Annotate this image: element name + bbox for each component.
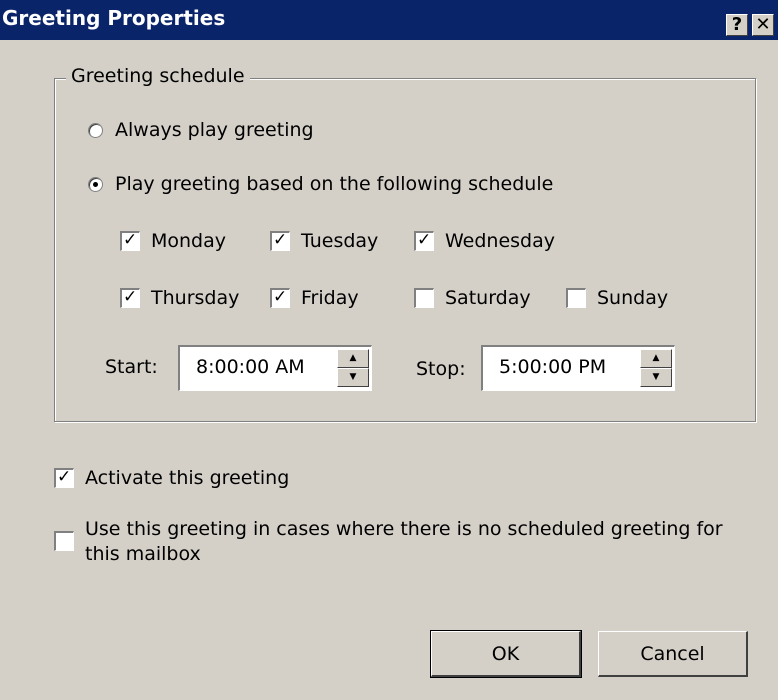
thursday-checkbox[interactable]: ✓ — [120, 287, 140, 308]
sunday-checkbox[interactable] — [566, 288, 586, 308]
default-greeting-checkbox[interactable] — [54, 531, 74, 551]
check-icon: ✓ — [123, 287, 138, 307]
check-icon: ✓ — [123, 230, 138, 250]
checkbox-monday[interactable]: ✓ Monday — [120, 230, 226, 252]
radio-schedule-indicator[interactable] — [88, 176, 103, 192]
wednesday-checkbox[interactable]: ✓ — [414, 230, 434, 251]
start-label: Start: — [105, 356, 158, 378]
start-spin-down-button[interactable]: ▼ — [337, 368, 369, 387]
radio-schedule-label: Play greeting based on the following sch… — [115, 173, 554, 195]
cancel-button[interactable]: Cancel — [598, 631, 748, 677]
sunday-label: Sunday — [597, 287, 669, 309]
saturday-label: Saturday — [445, 287, 531, 309]
check-icon: ✓ — [273, 230, 288, 250]
start-time-value: 8:00:00 AM — [196, 356, 305, 378]
tuesday-label: Tuesday — [301, 230, 379, 252]
stop-time-spinner[interactable]: 5:00:00 PM ▲ ▼ — [481, 345, 675, 391]
stop-label: Stop: — [416, 358, 466, 380]
monday-label: Monday — [151, 230, 227, 252]
checkbox-tuesday[interactable]: ✓ Tuesday — [270, 230, 378, 252]
stop-spin-up-button[interactable]: ▲ — [640, 349, 672, 368]
greeting-schedule-legend: Greeting schedule — [66, 65, 250, 87]
radio-always-play-label: Always play greeting — [115, 119, 314, 141]
checkbox-wednesday[interactable]: ✓ Wednesday — [414, 230, 555, 252]
activate-greeting-checkbox[interactable]: ✓ — [54, 467, 74, 488]
check-icon: ✓ — [417, 230, 432, 250]
monday-checkbox[interactable]: ✓ — [120, 230, 140, 251]
checkbox-saturday[interactable]: Saturday — [414, 287, 531, 309]
radio-always-play[interactable]: Always play greeting — [88, 119, 314, 141]
stop-time-value: 5:00:00 PM — [499, 356, 607, 378]
window-title: Greeting Properties — [2, 6, 226, 30]
checkbox-sunday[interactable]: Sunday — [566, 287, 668, 309]
title-bar: Greeting Properties ? ✕ — [0, 0, 778, 40]
wednesday-label: Wednesday — [445, 230, 556, 252]
activate-greeting-label: Activate this greeting — [85, 467, 290, 489]
default-greeting-label: Use this greeting in cases where there i… — [85, 518, 723, 565]
help-button[interactable]: ? — [726, 14, 748, 36]
check-icon: ✓ — [273, 287, 288, 307]
checkbox-friday[interactable]: ✓ Friday — [270, 287, 359, 309]
ok-button[interactable]: OK — [430, 630, 582, 678]
checkbox-default-greeting[interactable]: Use this greeting in cases where there i… — [54, 517, 745, 567]
friday-label: Friday — [301, 287, 359, 309]
check-icon: ✓ — [57, 467, 72, 487]
close-button[interactable]: ✕ — [752, 14, 774, 36]
radio-schedule[interactable]: Play greeting based on the following sch… — [88, 173, 553, 195]
friday-checkbox[interactable]: ✓ — [270, 287, 290, 308]
thursday-label: Thursday — [151, 287, 240, 309]
tuesday-checkbox[interactable]: ✓ — [270, 230, 290, 251]
checkbox-activate-greeting[interactable]: ✓ Activate this greeting — [54, 467, 289, 489]
stop-spin-down-button[interactable]: ▼ — [640, 368, 672, 387]
saturday-checkbox[interactable] — [414, 288, 434, 308]
checkbox-thursday[interactable]: ✓ Thursday — [120, 287, 239, 309]
start-spin-up-button[interactable]: ▲ — [337, 349, 369, 368]
radio-always-play-indicator[interactable] — [88, 122, 103, 138]
start-time-spinner[interactable]: 8:00:00 AM ▲ ▼ — [178, 345, 372, 391]
